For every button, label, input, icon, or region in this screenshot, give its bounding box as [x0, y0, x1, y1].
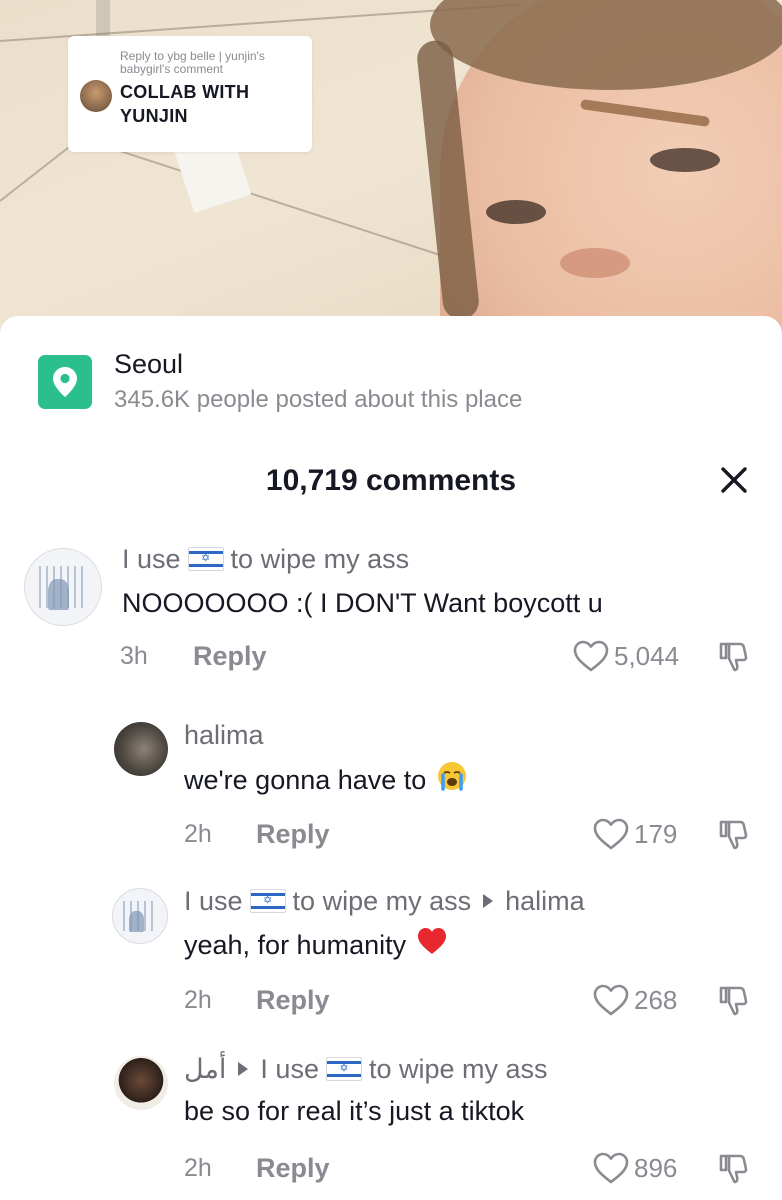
reply-sticker-meta: Reply to ybg belle | yunjin's babygirl's… — [120, 49, 265, 76]
heart-icon — [593, 818, 629, 850]
comment-username[interactable]: I use ✡ to wipe my ass halima — [184, 884, 585, 918]
video-frame[interactable]: Reply to ybg belle | yunjin's babygirl's… — [0, 0, 782, 340]
israel-flag-icon: ✡ — [187, 547, 224, 571]
comment-item: I use ✡ to wipe my ass halima yeah, for … — [0, 884, 782, 1024]
comment-item: أمل I use ✡ to wipe my ass be so for rea… — [0, 1052, 782, 1192]
comment-text: yeah, for humanity — [184, 926, 448, 964]
username-suffix: to wipe my ass — [292, 886, 472, 916]
like-count: 896 — [634, 1152, 678, 1183]
like-button[interactable]: 5,044 — [572, 639, 679, 673]
person-nose — [560, 248, 630, 278]
location-pin-icon — [38, 355, 92, 409]
avatar[interactable] — [112, 888, 168, 944]
israel-flag-icon: ✡ — [325, 1057, 362, 1081]
reply-sticker[interactable]: Reply to ybg belle | yunjin's babygirl's… — [68, 36, 312, 152]
dislike-icon[interactable] — [718, 984, 750, 1023]
heart-icon — [593, 1152, 629, 1184]
comment-time: 2h — [184, 1154, 212, 1182]
red-heart-icon — [416, 926, 448, 964]
comments-sheet: Seoul 345.6K people posted about this pl… — [0, 316, 782, 1200]
like-button[interactable]: 896 — [592, 1151, 677, 1185]
person-eye — [486, 200, 546, 224]
location-name: Seoul — [114, 349, 184, 379]
reply-button[interactable]: Reply — [256, 985, 330, 1016]
comment-text: be so for real it’s just a tiktok — [184, 1096, 525, 1126]
comment-text-content: yeah, for humanity — [184, 930, 407, 960]
comment-username[interactable]: I use ✡ to wipe my ass — [122, 542, 409, 576]
dislike-icon[interactable] — [718, 1152, 750, 1191]
reply-button[interactable]: Reply — [256, 1153, 330, 1184]
location-banner[interactable]: Seoul 345.6K people posted about this pl… — [38, 348, 522, 416]
like-count: 268 — [634, 984, 678, 1015]
like-button[interactable]: 179 — [592, 817, 677, 851]
comment-time: 2h — [184, 986, 212, 1014]
reply-button[interactable]: Reply — [256, 819, 330, 850]
comment-time: 2h — [184, 820, 212, 848]
reply-to-username[interactable]: halima — [505, 884, 585, 918]
comment-item: halima we're gonna have to 2h Reply 179 — [0, 718, 782, 858]
israel-flag-icon: ✡ — [249, 889, 286, 913]
dislike-icon[interactable] — [718, 818, 750, 857]
comment-time: 3h — [120, 642, 148, 670]
reply-sticker-text: COLLAB WITH YUNJIN — [120, 82, 250, 126]
like-button[interactable]: 268 — [592, 983, 677, 1017]
username-prefix: I use — [122, 544, 181, 574]
comment-item: I use ✡ to wipe my ass NOOOOOOO :( I DON… — [0, 540, 782, 680]
comment-text-content: we're gonna have to — [184, 765, 427, 795]
avatar[interactable] — [114, 722, 168, 776]
heart-icon — [573, 640, 609, 672]
reply-button[interactable]: Reply — [193, 641, 267, 672]
location-subtitle: 345.6K people posted about this place — [114, 386, 523, 413]
background-post — [96, 0, 110, 36]
username-prefix: I use — [184, 886, 243, 916]
reply-to-prefix[interactable]: I use — [260, 1052, 319, 1086]
avatar — [80, 80, 112, 112]
username: أمل — [184, 1054, 227, 1084]
username-suffix: to wipe my ass — [230, 544, 410, 574]
background-line — [119, 150, 444, 258]
like-count: 5,044 — [614, 640, 680, 671]
comment-text: we're gonna have to — [184, 760, 468, 800]
person-eye — [650, 148, 720, 172]
heart-icon — [593, 984, 629, 1016]
close-icon[interactable] — [716, 462, 752, 498]
reply-to-suffix[interactable]: to wipe my ass — [369, 1052, 548, 1086]
comment-username[interactable]: halima — [184, 718, 264, 752]
like-count: 179 — [634, 818, 678, 849]
avatar[interactable] — [114, 1056, 168, 1110]
comment-text: NOOOOOOO :( I DON'T Want boycott u — [122, 588, 603, 618]
reply-arrow-icon — [483, 894, 494, 908]
crying-face-icon — [436, 760, 468, 800]
comment-count: 10,719 comments — [265, 464, 517, 497]
reply-arrow-icon — [238, 1062, 249, 1076]
comment-username[interactable]: أمل I use ✡ to wipe my ass — [184, 1052, 548, 1086]
avatar[interactable] — [24, 548, 102, 626]
dislike-icon[interactable] — [718, 640, 750, 679]
